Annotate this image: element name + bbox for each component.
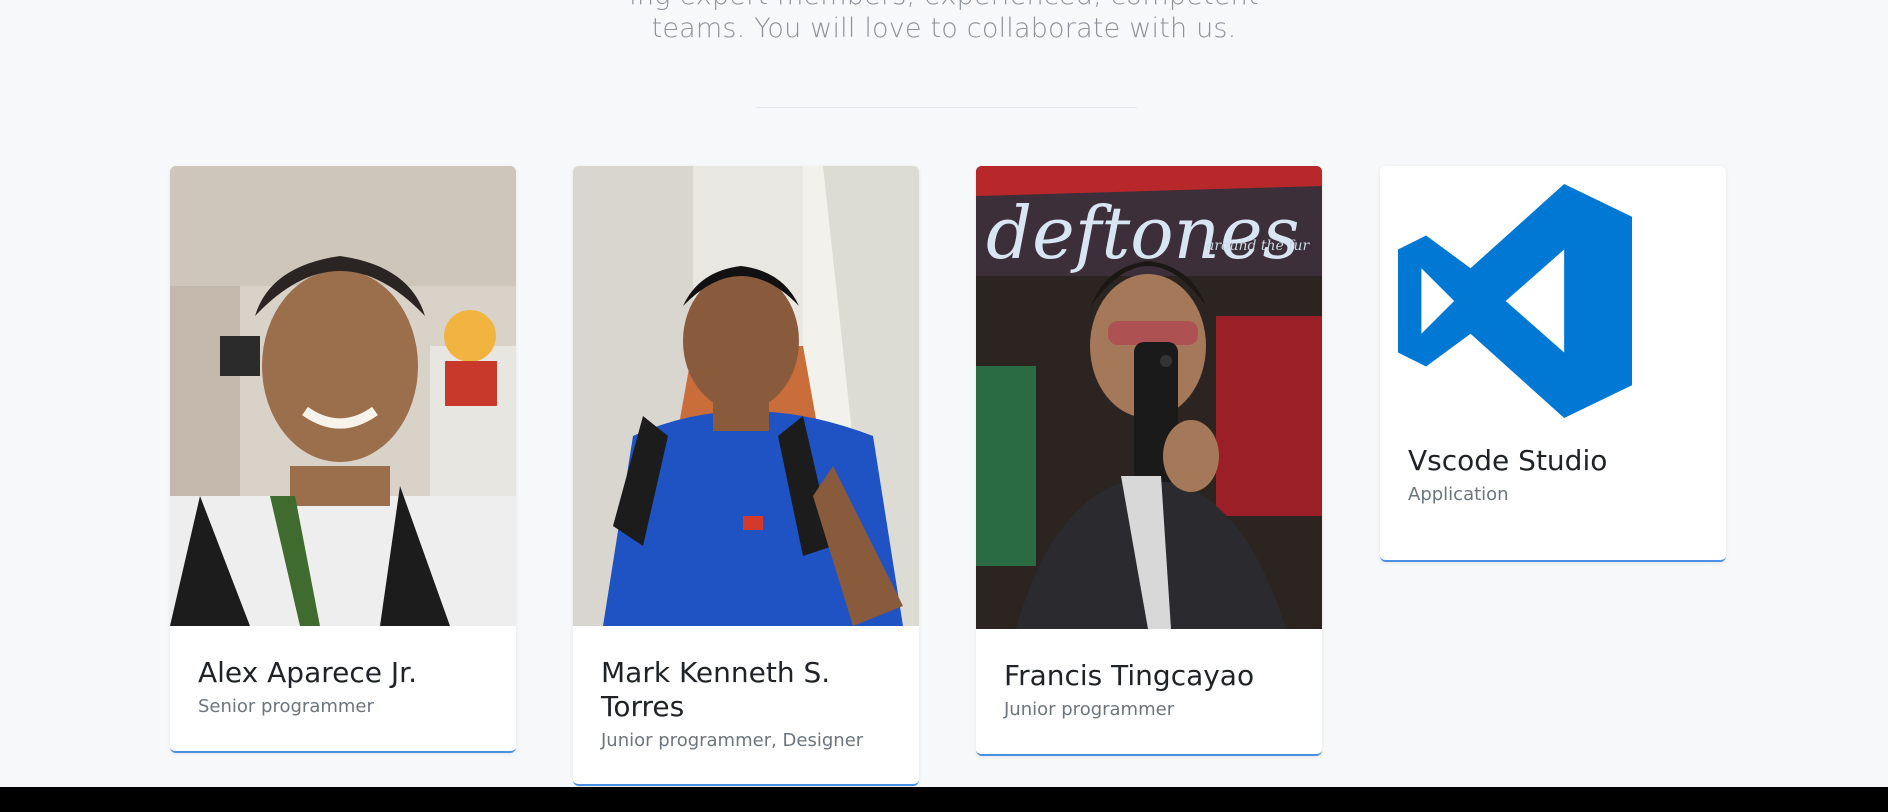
team-card-mark[interactable]: Mark Kenneth S. Torres Junior programmer… (573, 166, 919, 786)
section-divider (756, 107, 1137, 108)
vscode-logo (1380, 166, 1726, 444)
member-role: Junior programmer (1004, 699, 1175, 720)
bottom-black-bar (0, 787, 1888, 812)
member-photo-image (573, 166, 919, 626)
team-section: ing expert members, experienced, compete… (0, 0, 1888, 812)
member-name: Mark Kenneth S. Torres (601, 656, 831, 723)
member-photo (573, 166, 919, 626)
member-photo: deftones around the fur (976, 166, 1322, 629)
poster-subtext: around the fur (1206, 238, 1310, 254)
app-name: Vscode Studio (1408, 444, 1608, 477)
team-card-alex[interactable]: Alex Aparece Jr. Senior programmer (170, 166, 516, 753)
intro-text-line-1: ing expert members, experienced, compete… (0, 0, 1888, 11)
member-photo-image: deftones around the fur (976, 166, 1322, 629)
member-name: Alex Aparece Jr. (198, 656, 417, 689)
intro-text-line-2: teams. You will love to collaborate with… (651, 13, 1237, 44)
app-type: Application (1408, 484, 1509, 505)
member-photo-image (170, 166, 516, 626)
member-photo (170, 166, 516, 626)
app-card-vscode[interactable]: Vscode Studio Application (1380, 166, 1726, 562)
member-name: Francis Tingcayao (1004, 659, 1255, 692)
vscode-icon (1398, 184, 1632, 418)
team-card-francis[interactable]: deftones around the fur Francis Tingcaya… (976, 166, 1322, 756)
member-role: Senior programmer (198, 696, 374, 717)
member-role: Junior programmer, Designer (601, 730, 864, 751)
